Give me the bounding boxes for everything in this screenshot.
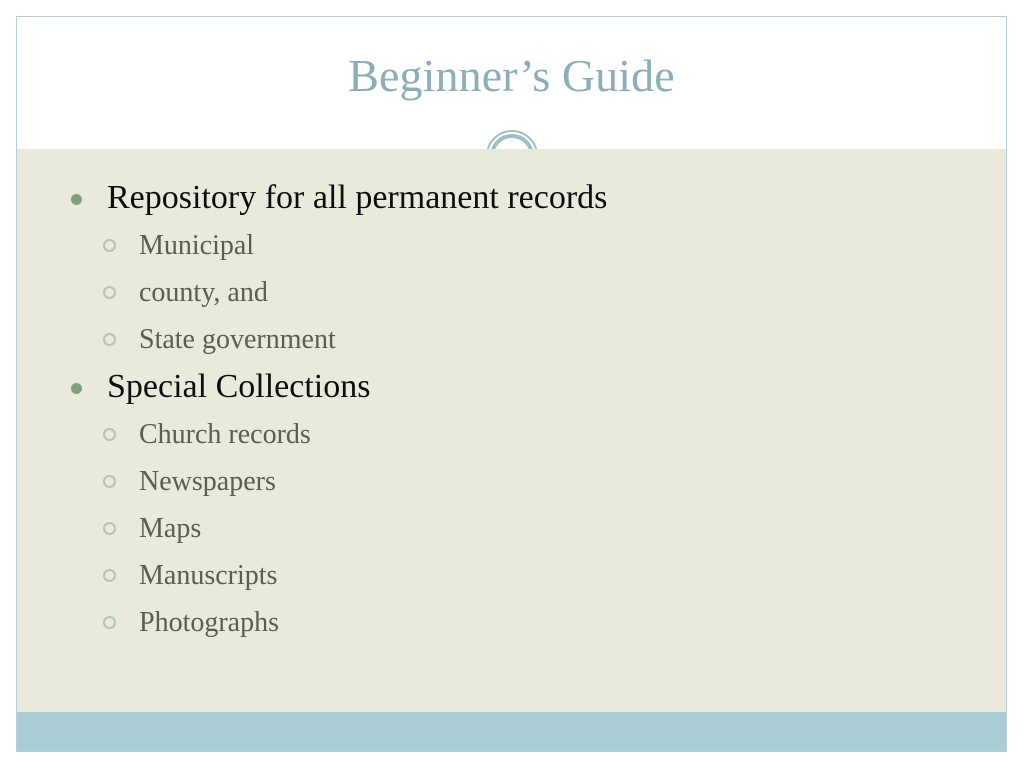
hollow-circle-bullet	[103, 616, 116, 629]
hollow-circle-bullet	[103, 569, 116, 582]
list-item-label: county, and	[139, 277, 268, 308]
list-item-label: State government	[139, 324, 336, 355]
list-item-label: Maps	[139, 513, 202, 544]
hollow-circle-bullet	[103, 239, 116, 252]
list-item: State government	[51, 317, 1006, 362]
slide: Beginner’s Guide Repository for all perm…	[16, 16, 1007, 752]
slide-body: Repository for all permanent records Muni…	[17, 149, 1006, 712]
list-item: county, and	[51, 270, 1006, 315]
list-item: Maps	[51, 506, 1006, 551]
hollow-circle-bullet	[103, 333, 116, 346]
list-item-label: Church records	[139, 419, 311, 450]
hollow-circle-bullet	[103, 428, 116, 441]
list-item: Photographs	[51, 600, 1006, 645]
bullet-list: Repository for all permanent records Muni…	[17, 175, 1006, 645]
list-item-label: Repository for all permanent records	[107, 179, 608, 216]
list-item-label: Manuscripts	[139, 560, 278, 591]
list-item: Church records	[51, 412, 1006, 457]
page-title: Beginner’s Guide	[348, 50, 675, 101]
filled-dot-bullet	[71, 194, 82, 205]
list-item-label: Newspapers	[139, 466, 276, 497]
list-item: Municipal	[51, 223, 1006, 268]
list-item-label: Special Collections	[107, 368, 371, 405]
list-item-label: Municipal	[139, 230, 255, 261]
footer-band	[17, 712, 1006, 751]
list-item: Special Collections	[51, 364, 1006, 410]
list-item: Newspapers	[51, 459, 1006, 504]
hollow-circle-bullet	[103, 475, 116, 488]
list-item-label: Photographs	[139, 607, 279, 638]
list-item: Repository for all permanent records	[51, 175, 1006, 221]
filled-dot-bullet	[71, 383, 82, 394]
hollow-circle-bullet	[103, 286, 116, 299]
hollow-circle-bullet	[103, 522, 116, 535]
list-item: Manuscripts	[51, 553, 1006, 598]
